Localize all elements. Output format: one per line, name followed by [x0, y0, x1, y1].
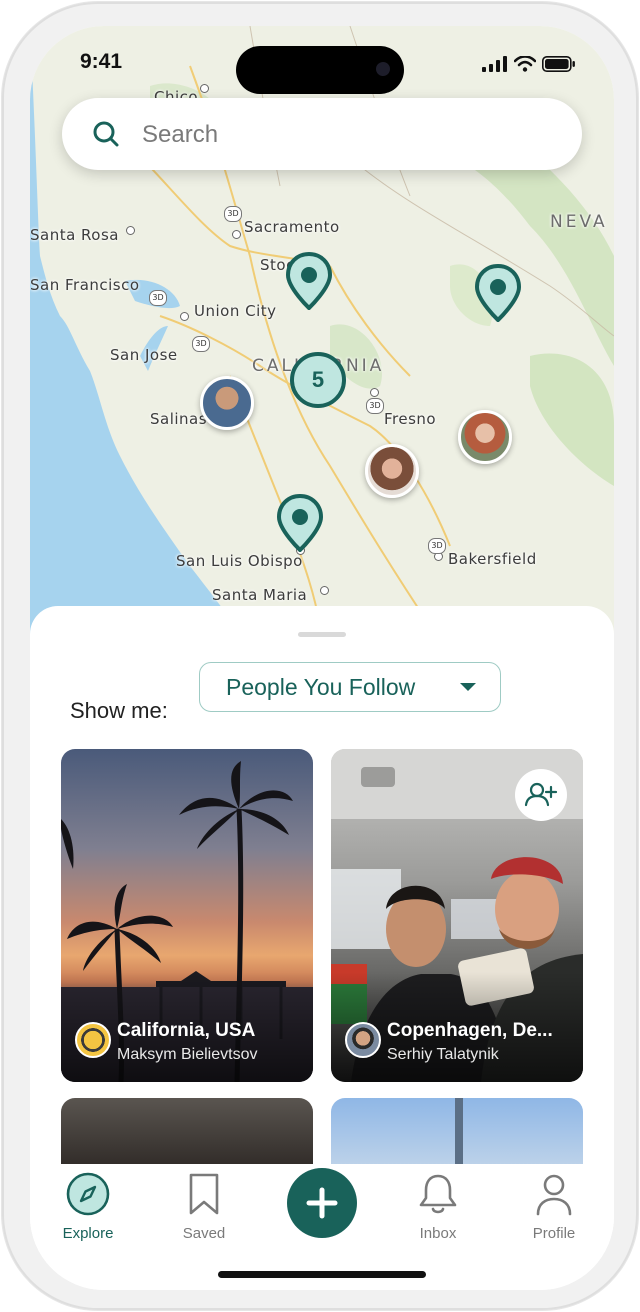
- tab-profile[interactable]: Profile: [504, 1172, 604, 1242]
- dynamic-island: [236, 46, 404, 94]
- card-username: Maksym Bielievtsov: [117, 1046, 258, 1063]
- city-dot: [320, 586, 329, 595]
- map-label-santa-maria: Santa Maria: [212, 586, 308, 604]
- map-label-santa-rosa: Santa Rosa: [30, 226, 119, 244]
- add-person-icon: [524, 782, 558, 807]
- map-label-san-luis-obispo: San Luis Obispo: [176, 552, 303, 570]
- camera-dot: [376, 62, 390, 76]
- person-icon: [536, 1174, 572, 1216]
- create-post-button[interactable]: [287, 1168, 357, 1238]
- tab-explore[interactable]: Explore: [38, 1172, 138, 1242]
- compass-icon: [66, 1172, 110, 1216]
- battery-icon: [542, 56, 575, 72]
- highway-shield: 3D: [192, 336, 210, 352]
- card-title: Copenhagen, De...: [387, 1020, 553, 1041]
- filter-dropdown[interactable]: People You Follow: [199, 662, 501, 712]
- filter-selected-value: People You Follow: [226, 674, 416, 700]
- map-pin-icon: [277, 494, 323, 552]
- status-time: 9:41: [80, 50, 123, 73]
- highway-shield: 3D: [428, 538, 446, 554]
- screen: Chico Santa Rosa Sacramento Stockton San…: [30, 26, 614, 1290]
- city-dot: [232, 230, 241, 239]
- map-label-salinas: Salinas: [150, 410, 208, 428]
- map-label-union-city: Union City: [194, 302, 277, 320]
- search-input[interactable]: [140, 118, 564, 152]
- highway-shield: 3D: [366, 398, 384, 414]
- tab-label: Explore: [62, 1225, 114, 1242]
- user-avatar-pin[interactable]: [458, 410, 512, 464]
- follow-button[interactable]: [515, 769, 567, 821]
- tab-label: Inbox: [419, 1225, 457, 1242]
- search-bar[interactable]: [62, 98, 582, 170]
- show-me-label: Show me:: [70, 698, 168, 723]
- map-pin-icon: [475, 264, 521, 322]
- tab-label: Saved: [182, 1225, 226, 1242]
- user-avatar-pin[interactable]: [200, 376, 254, 430]
- home-indicator: [218, 1271, 426, 1278]
- tab-saved[interactable]: Saved: [154, 1172, 254, 1242]
- city-dot: [370, 388, 379, 397]
- map-pin-icon: [286, 252, 332, 310]
- user-avatar-pin[interactable]: [365, 444, 419, 498]
- bell-icon: [419, 1174, 457, 1214]
- chevron-down-icon: [460, 683, 476, 691]
- wifi-icon: [514, 56, 536, 72]
- highway-shield: 3D: [224, 206, 242, 222]
- map-label-fresno: Fresno: [384, 410, 437, 428]
- status-icons: [482, 54, 576, 72]
- tab-label: Profile: [532, 1225, 576, 1242]
- city-dot: [180, 312, 189, 321]
- card-username: Serhiy Talatynik: [387, 1046, 499, 1063]
- map-cluster-marker[interactable]: 5: [290, 352, 346, 408]
- bookmark-icon: [189, 1173, 219, 1215]
- card-user-avatar: [75, 1022, 111, 1058]
- trip-card[interactable]: California, USA Maksym Bielievtsov: [61, 749, 313, 1082]
- map-label-san-jose: San Jose: [110, 346, 178, 364]
- signal-icon: [482, 56, 507, 72]
- map-label-san-francisco: San Francisco: [30, 276, 140, 294]
- card-title: California, USA: [117, 1020, 256, 1041]
- phone-frame: Chico Santa Rosa Sacramento Stockton San…: [2, 2, 638, 1310]
- map-label-bakersfield: Bakersfield: [448, 550, 537, 568]
- highway-shield: 3D: [149, 290, 167, 306]
- card-user-avatar: [345, 1022, 381, 1058]
- city-dot: [200, 84, 209, 93]
- plus-icon: [306, 1187, 338, 1219]
- trip-card[interactable]: Copenhagen, De... Serhiy Talatynik: [331, 749, 583, 1082]
- city-dot: [126, 226, 135, 235]
- search-icon: [93, 121, 119, 147]
- sheet-grabber[interactable]: [298, 632, 346, 637]
- map-label-nevada: NEVA: [550, 212, 608, 232]
- map-label-sacramento: Sacramento: [244, 218, 340, 236]
- tab-inbox[interactable]: Inbox: [388, 1172, 488, 1242]
